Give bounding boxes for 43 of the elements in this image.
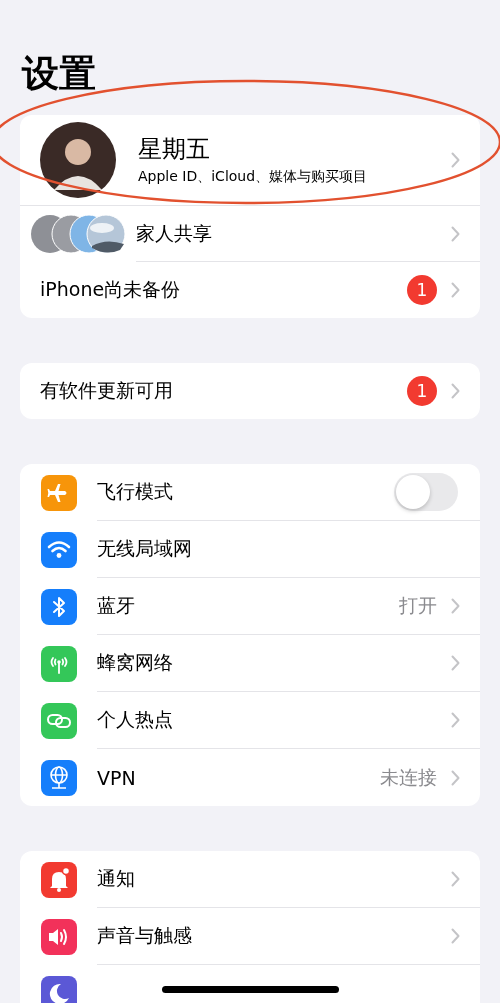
account-name: 星期五 <box>138 134 211 164</box>
chevron-icon <box>451 282 460 298</box>
row-label: 无线局域网 <box>97 536 193 561</box>
page-title: 设置 <box>22 51 97 97</box>
home-indicator[interactable] <box>162 986 339 993</box>
row-label: 有软件更新可用 <box>40 378 174 403</box>
chevron-icon <box>451 225 460 242</box>
row-label: 飞行模式 <box>97 479 174 504</box>
settings-row[interactable]: 通知 <box>20 851 480 908</box>
row-label: 家人共享 <box>136 220 213 246</box>
chevron-icon <box>451 928 460 944</box>
row-label: 声音与触感 <box>97 923 193 948</box>
row-label: 蜂窝网络 <box>97 650 174 675</box>
settings-row[interactable]: 声音与触感 <box>20 908 480 965</box>
family-avatars-icon <box>30 214 126 254</box>
chevron-icon <box>451 712 460 728</box>
settings-row[interactable]: 飞行模式 <box>20 464 480 521</box>
row-value: 未连接 <box>380 764 437 790</box>
settings-row[interactable]: 蜂窝网络 <box>20 635 480 692</box>
chevron-icon <box>451 598 460 614</box>
settings-row[interactable]: 个人热点 <box>20 692 480 749</box>
chevron-icon <box>451 655 460 671</box>
notification-badge: 1 <box>407 376 437 406</box>
row-label: iPhone尚未备份 <box>40 277 182 302</box>
settings-row[interactable]: 有软件更新可用 1 <box>20 363 480 419</box>
row-label: 蓝牙 <box>97 593 136 618</box>
chevron-icon <box>451 152 460 168</box>
settings-row[interactable]: VPN 未连接 <box>20 749 480 806</box>
row-label: VPN <box>97 766 137 789</box>
settings-row[interactable]: 家人共享 <box>20 206 480 262</box>
toggle-switch[interactable] <box>394 473 458 511</box>
notification-badge: 1 <box>407 275 437 305</box>
settings-row[interactable]: iPhone尚未备份 1 <box>20 262 480 318</box>
row-value: 打开 <box>399 593 437 618</box>
account-subtitle: Apple ID、iCloud、媒体与购买项目 <box>138 167 369 186</box>
chevron-icon <box>451 769 460 786</box>
chevron-icon <box>451 383 460 399</box>
avatar-icon <box>40 122 116 198</box>
chevron-icon <box>451 871 460 887</box>
row-label: 通知 <box>97 866 136 891</box>
settings-row[interactable]: 无线局域网 <box>20 521 480 578</box>
row-label: 个人热点 <box>97 707 174 732</box>
settings-row[interactable]: 蓝牙 打开 <box>20 578 480 635</box>
